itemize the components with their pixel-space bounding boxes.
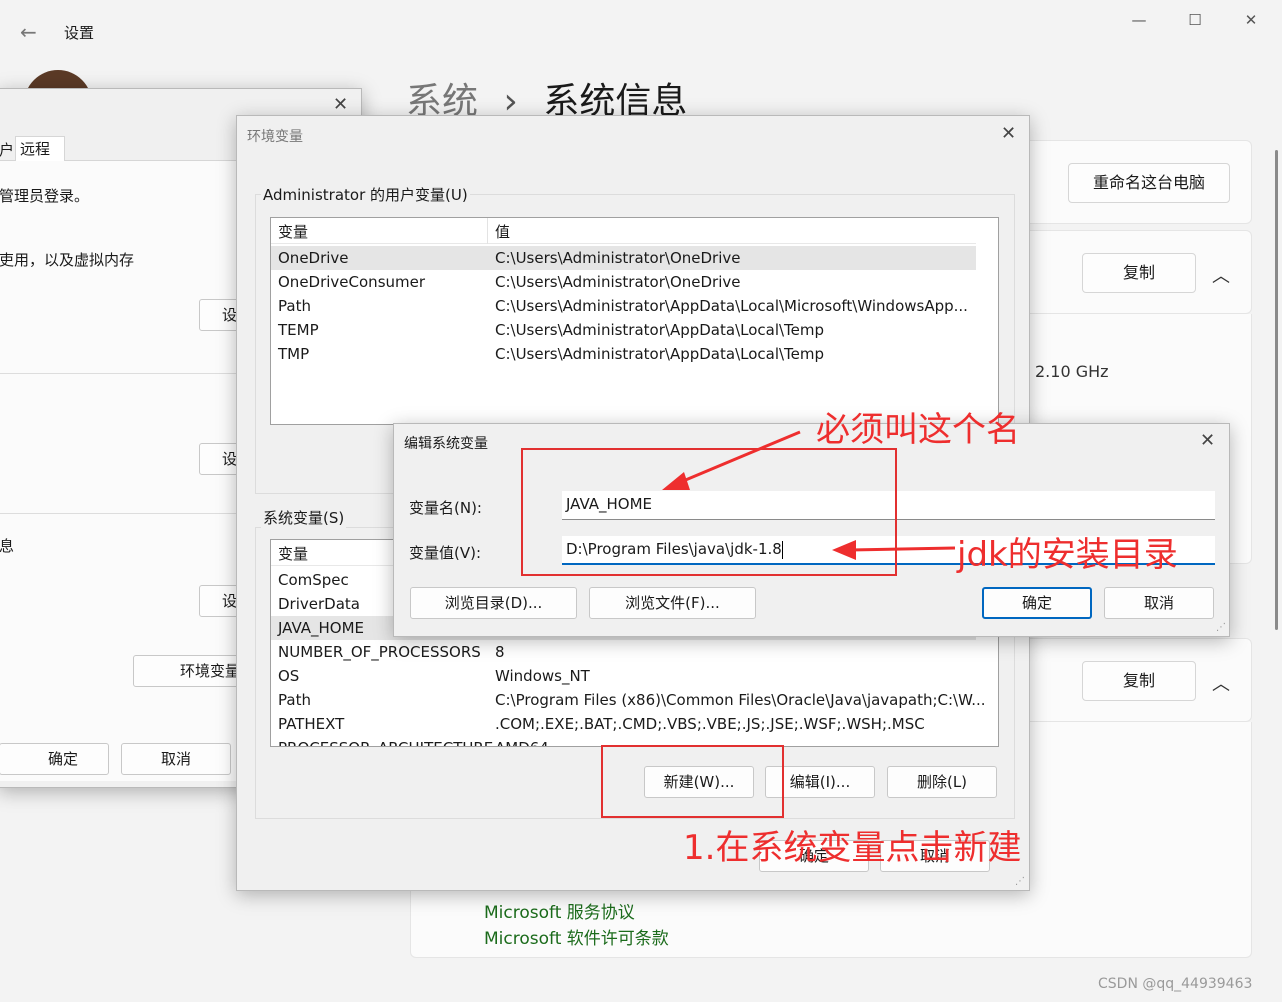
arrow-line-jdk xyxy=(849,546,956,552)
arrow-head-jdk xyxy=(832,540,856,560)
arrow-line-name xyxy=(675,430,801,486)
annotation-must-name: 必须叫这个名 xyxy=(816,410,1020,450)
annotation-step1: 1.在系统变量点击新建 xyxy=(683,828,1022,868)
annotation-jdk-dir: jdk的安装目录 xyxy=(957,535,1178,575)
annotation-arrows xyxy=(662,430,956,560)
arrow-head-name xyxy=(662,472,690,490)
watermark: CSDN @qq_44939463 xyxy=(1098,976,1253,992)
